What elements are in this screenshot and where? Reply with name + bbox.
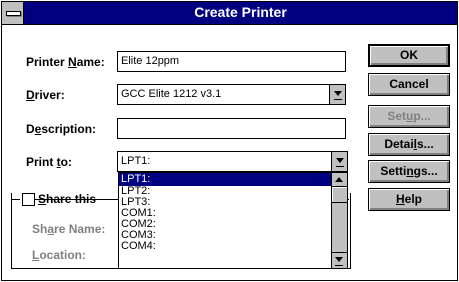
print-to-list: LPT1: LPT2: LPT3: COM1: COM2: COM3: COM4: [119,173,331,268]
create-printer-dialog: Create Printer Printer Name: Elite 12ppm… [1,1,458,281]
location-label: Location: [32,248,87,262]
setup-button[interactable]: Setup... [368,105,450,128]
print-to-dropdown[interactable]: LPT1: [117,151,348,172]
driver-label: Driver: [26,88,65,102]
scroll-down-button[interactable] [332,252,347,268]
driver-dropdown-button[interactable] [329,85,345,104]
driver-dropdown[interactable]: GCC Elite 1212 v3.1 [117,84,346,105]
scroll-up-button[interactable] [332,173,347,187]
share-checkbox[interactable] [22,193,35,206]
scroll-up-arrow-icon [335,177,343,182]
chevron-down-icon [336,158,344,167]
details-button[interactable]: Details... [368,133,450,156]
scroll-track[interactable] [332,203,347,252]
title-bar: Create Printer [2,2,457,25]
cancel-button[interactable]: Cancel [368,73,450,96]
print-to-option[interactable]: LPT2: [119,186,331,197]
print-to-dropdown-button[interactable] [331,152,347,171]
window-title: Create Printer [194,4,287,20]
driver-value: GCC Elite 1212 v3.1 [121,88,222,100]
ok-button[interactable]: OK [368,44,450,67]
scroll-thumb[interactable] [332,187,347,203]
printer-name-field[interactable]: Elite 12ppm [117,51,346,72]
scroll-down-arrow-icon [335,257,343,266]
chevron-down-icon [334,91,342,100]
system-menu-icon [6,11,21,16]
settings-button[interactable]: Settings... [368,160,450,183]
description-field[interactable] [117,118,346,139]
description-label: Description: [26,122,97,136]
printer-name-label: Printer Name: [26,55,105,69]
system-menu-button[interactable] [2,2,24,24]
print-to-label: Print to: [26,155,72,169]
print-to-value: LPT1: [121,155,151,167]
print-to-listbox[interactable]: LPT1: LPT2: LPT3: COM1: COM2: COM3: COM4: [118,172,348,269]
share-checkbox-label[interactable]: Share this [38,192,96,206]
print-to-option[interactable]: COM4: [119,241,331,252]
help-button[interactable]: Help [368,188,450,211]
list-scrollbar[interactable] [331,173,347,268]
share-name-label: Share Name: [32,222,106,236]
print-to-option[interactable]: LPT1: [119,173,331,186]
share-checkbox-row[interactable]: Share this [20,191,96,208]
